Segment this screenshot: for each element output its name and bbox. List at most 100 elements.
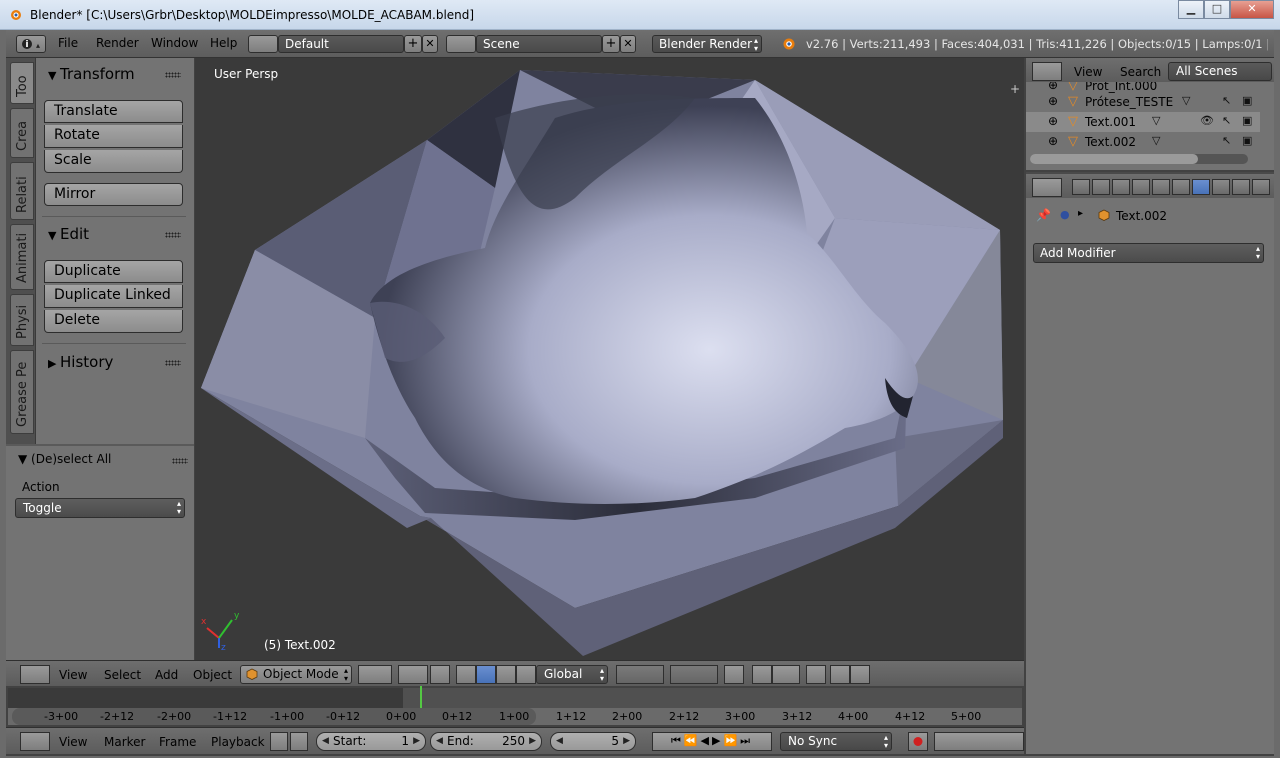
transform-panel-header[interactable]: ▼ Transform [48, 65, 135, 83]
editor-type-timeline-icon[interactable] [20, 732, 50, 751]
expand-plus-icon[interactable]: ⊕ [1048, 94, 1058, 108]
add-scene-icon[interactable]: + [602, 35, 620, 53]
manipulator-mode-icon[interactable] [516, 665, 536, 684]
cursor-select-icon[interactable]: ↖ [1222, 114, 1231, 127]
translate-manipulator-icon[interactable] [456, 665, 476, 684]
keying-set-icon[interactable] [934, 732, 1024, 751]
action-select[interactable]: Toggle ▴ ▾ [15, 498, 185, 518]
edit-panel-header[interactable]: ▼ Edit [48, 225, 89, 243]
expand-plus-icon[interactable]: ⊕ [1048, 134, 1058, 148]
add-layout-icon[interactable]: + [404, 35, 422, 53]
render-tab-icon[interactable] [1072, 179, 1090, 195]
render-camera-icon[interactable]: ▣ [1242, 114, 1252, 127]
tab-grease-pencil[interactable]: Grease Pe [10, 350, 34, 434]
menu-frame[interactable]: Frame [159, 735, 196, 749]
cursor-select-icon[interactable]: ↖ [1222, 94, 1231, 107]
scene-tab-icon[interactable] [1112, 179, 1130, 195]
menu-render[interactable]: Render [96, 36, 139, 50]
visibility-eye-icon[interactable]: 👁 [1200, 114, 1214, 127]
close-button[interactable]: ✕ [1230, 0, 1274, 19]
menu-help[interactable]: Help [210, 36, 237, 50]
3d-viewport[interactable]: User Persp + x y z (5) Text.002 [195, 58, 1024, 660]
render-layers-tab-icon[interactable] [1092, 179, 1110, 195]
translate-button[interactable]: Translate [44, 100, 183, 123]
menu-window[interactable]: Window [151, 36, 198, 50]
menu-file[interactable]: File [58, 36, 78, 50]
lock-time-icon[interactable] [290, 732, 308, 751]
render-camera-icon[interactable]: ▣ [1242, 134, 1252, 147]
menu-view[interactable]: View [1074, 65, 1102, 79]
panel-grip-icon[interactable] [165, 232, 181, 238]
material-tab-icon[interactable] [1232, 179, 1250, 195]
scale-button[interactable]: Scale [44, 150, 183, 173]
layer-buttons-b[interactable] [670, 665, 718, 684]
scene-icon[interactable] [446, 35, 476, 53]
decrement-arrow-icon[interactable]: ◀ [436, 733, 443, 750]
menu-select[interactable]: Select [104, 668, 141, 682]
editor-type-info-icon[interactable]: ▴ [16, 35, 46, 53]
tab-relations[interactable]: Relati [10, 162, 34, 220]
opengl-animation-icon[interactable] [850, 665, 870, 684]
object-tab-icon[interactable] [1152, 179, 1170, 195]
menu-view[interactable]: View [59, 668, 87, 682]
mode-select[interactable]: Object Mode ▴ ▾ [240, 665, 352, 684]
tab-tools[interactable]: Too [10, 62, 34, 104]
current-frame-playhead[interactable] [420, 686, 422, 708]
scene-field[interactable]: Scene [476, 35, 602, 53]
tab-physics[interactable]: Physi [10, 294, 34, 346]
tab-animation[interactable]: Animati [10, 224, 34, 290]
expand-plus-icon[interactable]: ⊕ [1048, 82, 1058, 92]
render-engine-select[interactable]: Blender Render ▴ ▾ [652, 35, 762, 53]
sync-mode-select[interactable]: No Sync ▴ ▾ [780, 732, 892, 751]
list-item[interactable]: ⊕ ▽ Text.001 ▽ 👁 ↖ ▣ [1026, 112, 1260, 132]
proportional-edit-icon[interactable] [752, 665, 772, 684]
decrement-arrow-icon[interactable]: ◀ [556, 733, 563, 750]
tab-create[interactable]: Crea [10, 108, 34, 158]
layout-field[interactable]: Default [278, 35, 404, 53]
editor-type-outliner-icon[interactable] [1032, 62, 1062, 81]
menu-search[interactable]: Search [1120, 65, 1161, 79]
operator-title[interactable]: ▼ (De)select All [18, 452, 111, 466]
minimize-button[interactable]: ▁ [1178, 0, 1204, 19]
record-keyframes-icon[interactable] [908, 732, 928, 751]
list-item[interactable]: ⊕ ▽ Text.002 ▽ ↖ ▣ [1026, 132, 1260, 152]
cursor-select-icon[interactable]: ↖ [1222, 134, 1231, 147]
delete-scene-icon[interactable]: ✕ [620, 35, 636, 53]
menu-playback[interactable]: Playback [211, 735, 265, 749]
panel-grip-icon[interactable] [165, 72, 181, 78]
world-tab-icon[interactable] [1132, 179, 1150, 195]
opengl-render-icon[interactable] [830, 665, 850, 684]
current-frame-field[interactable]: ◀ 5 ▶ [550, 732, 636, 751]
increment-arrow-icon[interactable]: ▶ [529, 733, 536, 750]
scene-filter-select[interactable]: All Scenes [1168, 62, 1272, 81]
delete-button[interactable]: Delete [44, 310, 183, 333]
lock-layers-icon[interactable] [724, 665, 744, 684]
manipulator-toggle-icon[interactable] [430, 665, 450, 684]
panel-grip-icon[interactable] [165, 360, 181, 366]
texture-tab-icon[interactable] [1252, 179, 1270, 195]
scale-manipulator-icon[interactable] [496, 665, 516, 684]
preview-range-icon[interactable] [270, 732, 288, 751]
snap-target-icon[interactable] [806, 665, 826, 684]
menu-marker[interactable]: Marker [104, 735, 145, 749]
add-modifier-select[interactable]: Add Modifier ▴ ▾ [1033, 243, 1264, 263]
modifiers-wrench-icon[interactable] [1192, 179, 1210, 195]
start-frame-field[interactable]: ◀ Start: 1 ▶ [316, 732, 426, 751]
outliner-scrollbar[interactable] [1030, 154, 1248, 164]
constraints-tab-icon[interactable] [1172, 179, 1190, 195]
editor-type-3dview-icon[interactable] [20, 665, 50, 684]
pin-icon[interactable]: 📌 [1036, 208, 1051, 222]
list-item[interactable]: ⊕ ▽ Prótese_TESTE ▽ ↖ ▣ [1026, 92, 1260, 112]
scrollbar-thumb[interactable] [1030, 154, 1198, 164]
render-camera-icon[interactable]: ▣ [1242, 94, 1252, 107]
duplicate-linked-button[interactable]: Duplicate Linked [44, 285, 183, 308]
maximize-button[interactable]: □ [1204, 0, 1230, 19]
panel-grip-icon[interactable] [172, 458, 188, 464]
orientation-select[interactable]: Global ▴ ▾ [536, 665, 608, 684]
snap-element-icon[interactable] [772, 665, 800, 684]
history-panel-header[interactable]: ▶ History [48, 353, 113, 371]
playback-controls[interactable]: ⏮⏪◀▶⏩⏭ [652, 732, 772, 751]
increment-arrow-icon[interactable]: ▶ [413, 733, 420, 750]
duplicate-button[interactable]: Duplicate [44, 260, 183, 283]
increment-arrow-icon[interactable]: ▶ [623, 733, 630, 750]
